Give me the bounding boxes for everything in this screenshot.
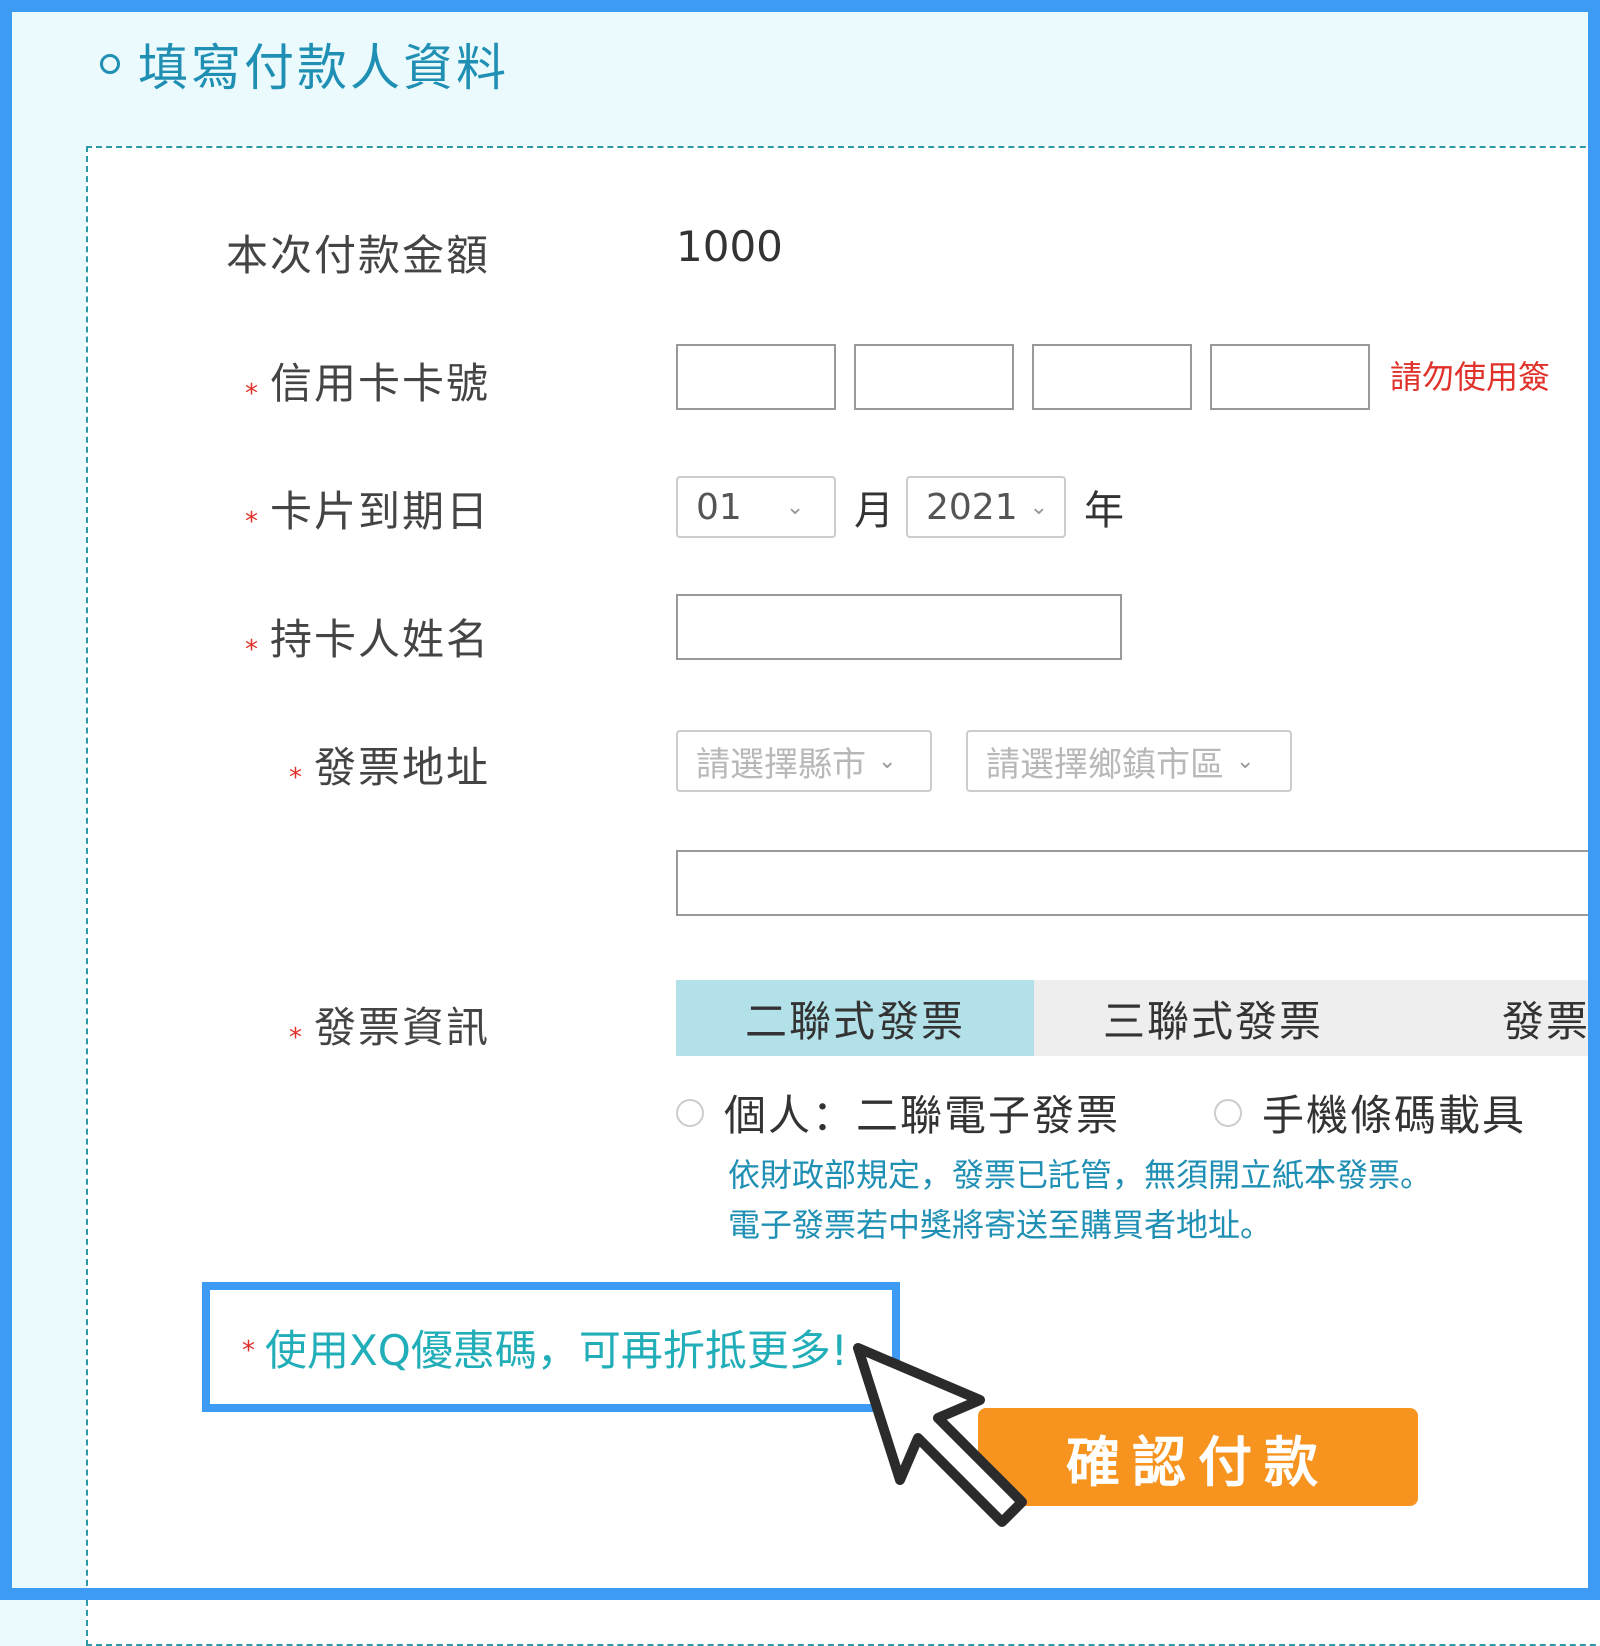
month-unit: 月 <box>854 488 894 534</box>
invoice-label: * 發票資訊 <box>288 1003 490 1053</box>
invoice-hint-line1: 依財政部規定，發票已託管，無須開立紙本發票。 <box>728 1156 1433 1194</box>
expiry-month-value: 01 <box>696 486 742 528</box>
card-number-input-4[interactable] <box>1210 344 1370 410</box>
expiry-year-select[interactable]: 2021 ⌄ <box>906 476 1066 538</box>
district-placeholder: 請選擇鄉鎮市區 <box>986 744 1224 785</box>
card-number-input-3[interactable] <box>1032 344 1192 410</box>
required-mark: * <box>288 763 304 793</box>
invoice-hint-line2: 電子發票若中獎將寄送至購買者地址。 <box>728 1206 1273 1244</box>
required-mark: * <box>244 379 260 409</box>
expiry-year-value: 2021 <box>926 486 1018 528</box>
chevron-down-icon: ⌄ <box>1029 494 1049 520</box>
radio-personal-label: 個人：二聯電子發票 <box>724 1091 1121 1140</box>
amount-label: 本次付款金額 <box>225 231 490 280</box>
required-mark: * <box>244 635 260 665</box>
card-number-input-2[interactable] <box>854 344 1014 410</box>
radio-mobile-label: 手機條碼載具 <box>1262 1091 1527 1140</box>
card-number-note: 請勿使用簽 <box>1390 358 1551 396</box>
amount-value: 1000 <box>676 222 783 271</box>
promo-code-link[interactable]: * 使用XQ優惠碼，可再折抵更多! <box>202 1282 900 1412</box>
radio-button[interactable] <box>1214 1098 1242 1127</box>
expiry-month-select[interactable]: 01 ⌄ <box>676 476 836 538</box>
expiry-label: * 卡片到期日 <box>244 487 490 537</box>
card-number-label: * 信用卡卡號 <box>244 359 490 409</box>
city-select[interactable]: 請選擇縣市 ⌄ <box>676 730 932 792</box>
invoice-type-tabs: 二聯式發票 三聯式發票 發票 <box>676 980 1600 1056</box>
chevron-down-icon: ⌄ <box>1236 748 1255 774</box>
radio-personal-invoice[interactable]: 個人：二聯電子發票 <box>676 1082 1120 1143</box>
tab-duplicate-invoice[interactable]: 二聯式發票 <box>676 980 1034 1056</box>
bullet-icon <box>100 54 120 74</box>
required-mark: * <box>244 507 260 537</box>
card-holder-input[interactable] <box>676 594 1122 660</box>
city-placeholder: 請選擇縣市 <box>696 744 866 785</box>
card-number-input-1[interactable] <box>676 344 836 410</box>
holder-label: * 持卡人姓名 <box>244 615 490 665</box>
chevron-down-icon: ⌄ <box>785 494 805 520</box>
address-input[interactable] <box>676 850 1600 916</box>
pointer-cursor-icon <box>853 1343 1027 1527</box>
radio-button[interactable] <box>676 1098 704 1127</box>
tab-invoice-donation[interactable]: 發票 <box>1392 980 1600 1056</box>
section-title-text: 填寫付款人資料 <box>138 39 509 97</box>
address-label: * 發票地址 <box>288 743 490 793</box>
district-select[interactable]: 請選擇鄉鎮市區 ⌄ <box>966 730 1292 792</box>
confirm-payment-button[interactable]: 確認付款 <box>978 1408 1418 1506</box>
required-mark: * <box>288 1023 304 1053</box>
chevron-down-icon: ⌄ <box>878 748 897 774</box>
section-title: 填寫付款人資料 <box>100 28 509 100</box>
required-mark: * <box>242 1336 255 1366</box>
tab-triplicate-invoice[interactable]: 三聯式發票 <box>1034 980 1392 1056</box>
radio-mobile-barcode[interactable]: 手機條碼載具 <box>1214 1082 1526 1143</box>
year-unit: 年 <box>1084 488 1124 534</box>
promo-code-text[interactable]: 使用XQ優惠碼，可再折抵更多! <box>265 1317 848 1378</box>
